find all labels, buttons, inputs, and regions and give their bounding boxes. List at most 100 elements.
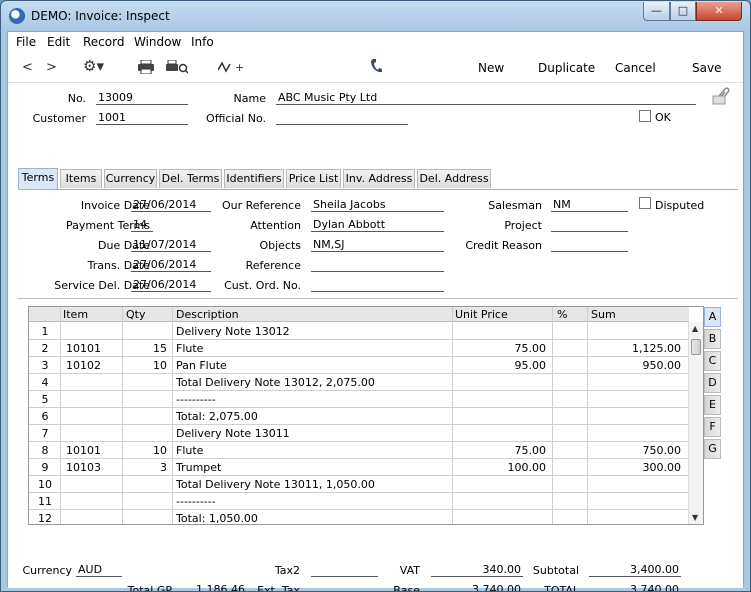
subtotal-field[interactable]: 3,400.00: [589, 563, 681, 577]
sum-cell[interactable]: 1,125.00: [591, 342, 681, 355]
attention-field[interactable]: Dylan Abbott: [311, 218, 444, 232]
our-reference-field[interactable]: Sheila Jacobs: [311, 198, 444, 212]
invoice-date-field[interactable]: 27/06/2014: [131, 198, 211, 212]
currency-field[interactable]: AUD: [76, 563, 122, 577]
tax2-field[interactable]: [311, 563, 378, 577]
description-cell[interactable]: Delivery Note 13012: [176, 325, 446, 338]
qty-cell[interactable]: 15: [125, 342, 167, 355]
menu-edit[interactable]: Edit: [47, 35, 70, 49]
cancel-button[interactable]: Cancel: [615, 61, 656, 75]
qty-cell[interactable]: 3: [125, 461, 167, 474]
sum-cell[interactable]: 950.00: [591, 359, 682, 372]
item-cell[interactable]: 10103: [66, 461, 121, 474]
unit-price-cell[interactable]: 95.00: [455, 359, 547, 372]
new-button[interactable]: New: [478, 61, 504, 75]
activity-icon[interactable]: +: [217, 60, 246, 78]
table-row[interactable]: 10 Total Delivery Note 13011, 1,050.00: [29, 476, 689, 493]
cust-ord-no-field[interactable]: [311, 278, 444, 292]
description-cell[interactable]: Flute: [176, 342, 446, 355]
grid-scrollbar[interactable]: ▲ ▼: [688, 322, 703, 524]
tab-del-terms[interactable]: Del. Terms: [159, 169, 222, 188]
col-sum-header[interactable]: Sum: [591, 308, 616, 321]
official-no-field[interactable]: [276, 111, 408, 125]
project-field[interactable]: [551, 218, 628, 232]
description-cell[interactable]: Flute: [176, 444, 446, 457]
table-row[interactable]: 5 ----------: [29, 391, 689, 408]
item-cell[interactable]: 10102: [66, 359, 121, 372]
print-icon[interactable]: [138, 59, 154, 78]
total-gp-field[interactable]: 1,186.46: [182, 583, 247, 591]
col-unit-price-header[interactable]: Unit Price: [455, 308, 508, 321]
back-button[interactable]: <: [22, 60, 33, 75]
objects-field[interactable]: NM,SJ: [311, 238, 444, 252]
print-preview-icon[interactable]: [166, 59, 189, 78]
minimize-button[interactable]: —: [643, 2, 670, 21]
grid-side-tab-g[interactable]: G: [704, 439, 721, 459]
scroll-thumb[interactable]: [691, 339, 701, 355]
tab-del-address[interactable]: Del. Address: [417, 169, 491, 188]
description-cell[interactable]: Total: 2,075.00: [176, 410, 446, 423]
table-row[interactable]: 9 10103 3 Trumpet 100.00 300.00: [29, 459, 689, 476]
col-description-header[interactable]: Description: [176, 308, 239, 321]
attachment-icon[interactable]: [712, 87, 732, 108]
duplicate-button[interactable]: Duplicate: [538, 61, 595, 75]
col-percent-header[interactable]: %: [557, 308, 567, 321]
table-row[interactable]: 3 10102 10 Pan Flute 95.00 950.00: [29, 357, 689, 374]
description-cell[interactable]: ----------: [176, 393, 446, 406]
description-cell[interactable]: ----------: [176, 495, 446, 508]
ok-checkbox[interactable]: [639, 110, 651, 122]
ext-tax-field[interactable]: [311, 583, 378, 591]
disputed-checkbox[interactable]: [639, 197, 651, 209]
reference-field[interactable]: [311, 258, 444, 272]
payment-terms-field[interactable]: 14: [131, 218, 153, 232]
item-cell[interactable]: 10101: [66, 342, 121, 355]
customer-field[interactable]: 1001: [96, 111, 188, 125]
description-cell[interactable]: Delivery Note 13011: [176, 427, 446, 440]
total-field[interactable]: 3,740.00: [589, 583, 681, 591]
qty-cell[interactable]: 10: [125, 359, 167, 372]
table-row[interactable]: 2 10101 15 Flute 75.00 1,125.00: [29, 340, 689, 357]
phone-icon[interactable]: [370, 58, 382, 78]
tab-price-list[interactable]: Price List: [286, 169, 341, 188]
grid-side-tab-b[interactable]: B: [704, 329, 721, 349]
unit-price-cell[interactable]: 75.00: [455, 444, 547, 457]
item-cell[interactable]: 10101: [66, 444, 121, 457]
menu-record[interactable]: Record: [83, 35, 124, 49]
name-field[interactable]: ABC Music Pty Ltd: [276, 91, 696, 105]
gear-icon[interactable]: ⚙▾: [83, 57, 104, 75]
due-date-field[interactable]: 11/07/2014: [131, 238, 211, 252]
table-row[interactable]: 11 ----------: [29, 493, 689, 510]
grid-side-tab-e[interactable]: E: [704, 395, 721, 415]
menu-info[interactable]: Info: [191, 35, 214, 49]
scroll-down-icon[interactable]: ▼: [692, 513, 698, 522]
table-row[interactable]: 8 10101 10 Flute 75.00 750.00: [29, 442, 689, 459]
service-del-date-field[interactable]: 27/06/2014: [131, 278, 211, 292]
table-row[interactable]: 7 Delivery Note 13011: [29, 425, 689, 442]
tab-items[interactable]: Items: [60, 169, 102, 188]
close-button[interactable]: ✕: [696, 2, 742, 21]
table-row[interactable]: 6 Total: 2,075.00: [29, 408, 689, 425]
table-row[interactable]: 4 Total Delivery Note 13012, 2,075.00: [29, 374, 689, 391]
grid-side-tab-d[interactable]: D: [704, 373, 721, 393]
scroll-up-icon[interactable]: ▲: [692, 324, 698, 333]
grid-side-tab-f[interactable]: F: [704, 417, 721, 437]
unit-price-cell[interactable]: 100.00: [455, 461, 547, 474]
grid-side-tab-c[interactable]: C: [704, 351, 721, 371]
sum-cell[interactable]: 300.00: [591, 461, 682, 474]
description-cell[interactable]: Total Delivery Note 13011, 1,050.00: [176, 478, 446, 491]
tab-inv-address[interactable]: Inv. Address: [343, 169, 415, 188]
salesman-field[interactable]: NM: [551, 198, 628, 212]
description-cell[interactable]: Pan Flute: [176, 359, 446, 372]
vat-field[interactable]: 340.00: [431, 563, 523, 577]
no-field[interactable]: 13009: [96, 91, 188, 105]
description-cell[interactable]: Total: 1,050.00: [176, 512, 446, 524]
grid-side-tab-a[interactable]: A: [704, 307, 721, 327]
unit-price-cell[interactable]: 75.00: [455, 342, 547, 355]
trans-date-field[interactable]: 27/06/2014: [131, 258, 211, 272]
tab-terms[interactable]: Terms: [18, 168, 58, 189]
menu-window[interactable]: Window: [134, 35, 181, 49]
credit-reason-field[interactable]: [551, 238, 628, 252]
table-row[interactable]: 1 Delivery Note 13012: [29, 323, 689, 340]
col-item-header[interactable]: Item: [63, 308, 88, 321]
tab-currency[interactable]: Currency: [104, 169, 157, 188]
